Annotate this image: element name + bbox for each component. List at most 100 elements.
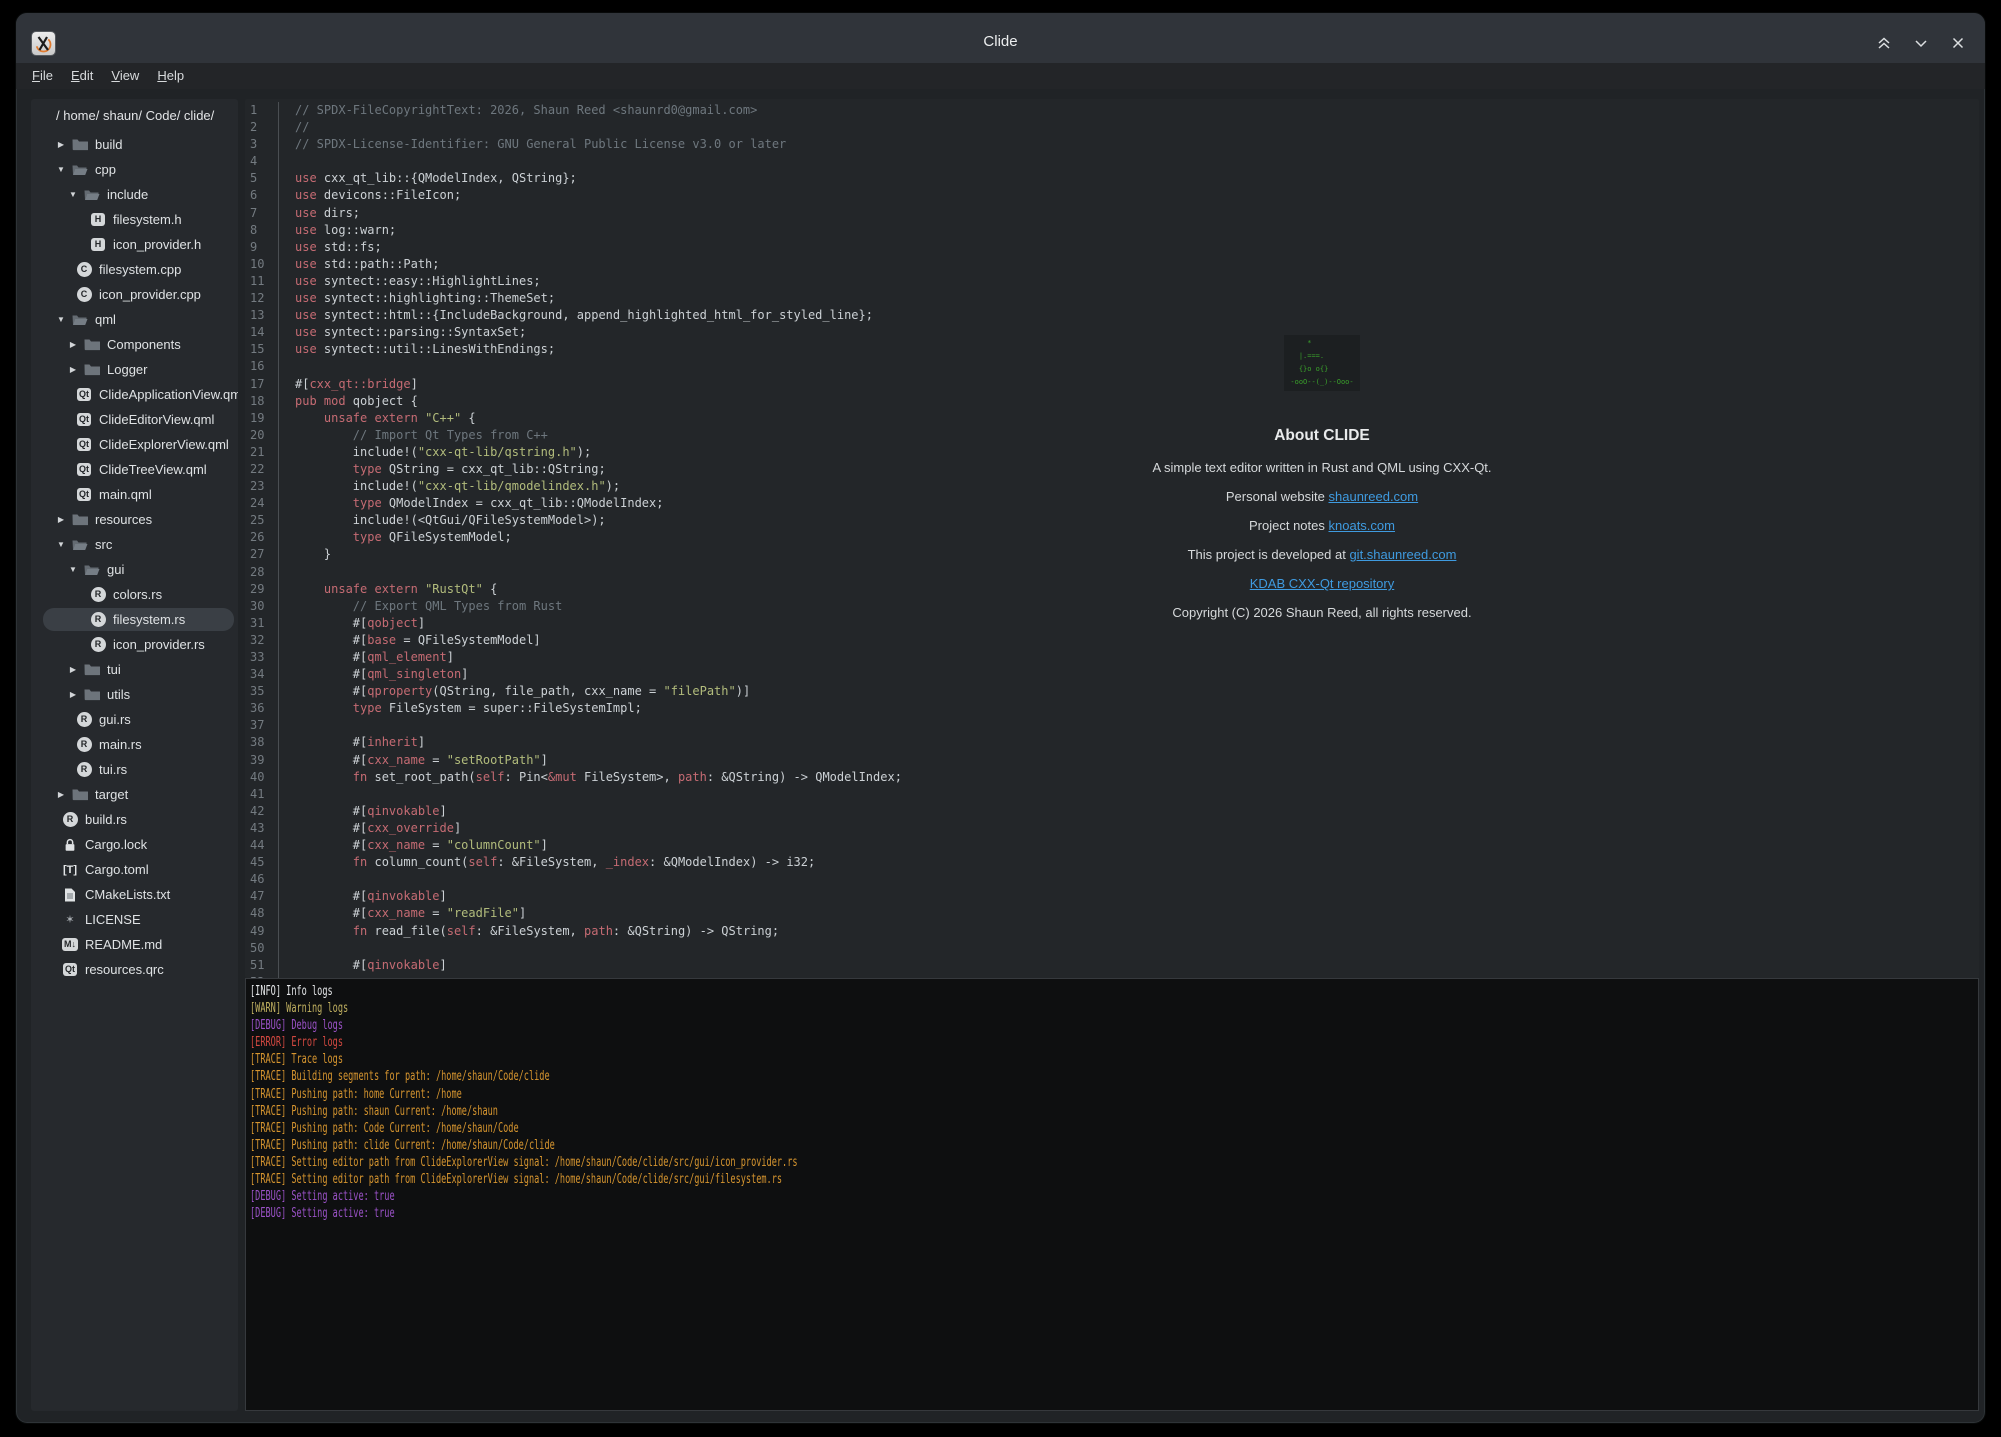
tree-item-cpp[interactable]: ▼cpp: [31, 157, 238, 182]
kdab-repo-link[interactable]: KDAB CXX-Qt repository: [1250, 576, 1395, 591]
tree-item-components[interactable]: ▶Components: [31, 332, 238, 357]
shade-button[interactable]: [1873, 32, 1895, 54]
code-line[interactable]: 8use log::warn;: [245, 222, 1979, 239]
menu-item-edit[interactable]: Edit: [62, 64, 102, 88]
tree-item-readme-md[interactable]: M↓README.md: [31, 932, 238, 957]
code-line[interactable]: 22 type QString = cxx_qt_lib::QString;: [245, 461, 1979, 478]
titlebar[interactable]: Clide: [16, 13, 1985, 63]
code-line[interactable]: 4: [245, 153, 1979, 170]
notes-link[interactable]: knoats.com: [1329, 518, 1395, 533]
code-line[interactable]: 42 #[qinvokable]: [245, 803, 1979, 820]
tree-item-clideeditorview-qml[interactable]: QtClideEditorView.qml: [31, 407, 238, 432]
code-line[interactable]: 48 #[cxx_name = "readFile"]: [245, 905, 1979, 922]
menu-item-view[interactable]: View: [102, 64, 148, 88]
code-line[interactable]: 14use syntect::parsing::SyntaxSet;: [245, 324, 1979, 341]
code-line[interactable]: 24 type QModelIndex = cxx_qt_lib::QModel…: [245, 495, 1979, 512]
chevron-right-icon[interactable]: ▶: [68, 690, 78, 699]
code-line[interactable]: 43 #[cxx_override]: [245, 820, 1979, 837]
tree-item-cargo-toml[interactable]: [T]Cargo.toml: [31, 857, 238, 882]
chevron-down-icon[interactable]: ▼: [56, 165, 66, 174]
tree-item-main-qml[interactable]: Qtmain.qml: [31, 482, 238, 507]
code-line[interactable]: 19 unsafe extern "C++" {: [245, 410, 1979, 427]
code-line[interactable]: 5use cxx_qt_lib::{QModelIndex, QString};: [245, 170, 1979, 187]
code-line[interactable]: 7use dirs;: [245, 205, 1979, 222]
code-line[interactable]: 23 include!("cxx-qt-lib/qmodelindex.h");: [245, 478, 1979, 495]
tree-item-gui[interactable]: ▼gui: [31, 557, 238, 582]
code-line[interactable]: 40 fn set_root_path(self: Pin<&mut FileS…: [245, 769, 1979, 786]
code-line[interactable]: 17#[cxx_qt::bridge]: [245, 376, 1979, 393]
tree-item-icon-provider-rs[interactable]: Ricon_provider.rs: [31, 632, 238, 657]
code-line[interactable]: 20 // Import Qt Types from C++: [245, 427, 1979, 444]
tree-item-tui[interactable]: ▶tui: [31, 657, 238, 682]
tree-item-license[interactable]: ✶LICENSE: [31, 907, 238, 932]
code-line[interactable]: 33 #[qml_element]: [245, 649, 1979, 666]
tree-item-filesystem-h[interactable]: Hfilesystem.h: [31, 207, 238, 232]
tree-item-filesystem-rs[interactable]: Rfilesystem.rs: [31, 607, 238, 632]
tree-item-clideapplicationview-qml[interactable]: QtClideApplicationView.qml: [31, 382, 238, 407]
code-line[interactable]: 38 #[inherit]: [245, 734, 1979, 751]
code-line[interactable]: 30 // Export QML Types from Rust: [245, 598, 1979, 615]
tree-item-include[interactable]: ▼include: [31, 182, 238, 207]
code-line[interactable]: 36 type FileSystem = super::FileSystemIm…: [245, 700, 1979, 717]
code-line[interactable]: 25 include!(<QtGui/QFileSystemModel>);: [245, 512, 1979, 529]
code-line[interactable]: 3// SPDX-License-Identifier: GNU General…: [245, 136, 1979, 153]
code-line[interactable]: 11use syntect::easy::HighlightLines;: [245, 273, 1979, 290]
tree-item-utils[interactable]: ▶utils: [31, 682, 238, 707]
tree-item-cmakelists-txt[interactable]: CMakeLists.txt: [31, 882, 238, 907]
chevron-right-icon[interactable]: ▶: [56, 790, 66, 799]
tree-item-icon-provider-cpp[interactable]: Cicon_provider.cpp: [31, 282, 238, 307]
tree-item-target[interactable]: ▶target: [31, 782, 238, 807]
tree-item-colors-rs[interactable]: Rcolors.rs: [31, 582, 238, 607]
code-line[interactable]: 2//: [245, 119, 1979, 136]
tree-item-clidetreeview-qml[interactable]: QtClideTreeView.qml: [31, 457, 238, 482]
tree-item-build[interactable]: ▶build: [31, 132, 238, 157]
code-line[interactable]: 46: [245, 871, 1979, 888]
tree-item-clideexplorerview-qml[interactable]: QtClideExplorerView.qml: [31, 432, 238, 457]
tree-item-qml[interactable]: ▼qml: [31, 307, 238, 332]
code-line[interactable]: 50: [245, 940, 1979, 957]
tree-item-gui-rs[interactable]: Rgui.rs: [31, 707, 238, 732]
tree-item-main-rs[interactable]: Rmain.rs: [31, 732, 238, 757]
code-editor[interactable]: 1// SPDX-FileCopyrightText: 2026, Shaun …: [245, 99, 1979, 978]
tree-item-icon-provider-h[interactable]: Hicon_provider.h: [31, 232, 238, 257]
code-line[interactable]: 35 #[qproperty(QString, file_path, cxx_n…: [245, 683, 1979, 700]
code-line[interactable]: 18pub mod qobject {: [245, 393, 1979, 410]
code-line[interactable]: 27 }: [245, 546, 1979, 563]
tree-item-build-rs[interactable]: Rbuild.rs: [31, 807, 238, 832]
code-line[interactable]: 6use devicons::FileIcon;: [245, 187, 1979, 204]
code-line[interactable]: 32 #[base = QFileSystemModel]: [245, 632, 1979, 649]
chevron-down-icon[interactable]: ▼: [56, 540, 66, 549]
chevron-right-icon[interactable]: ▶: [56, 140, 66, 149]
log-console[interactable]: [INFO] Info logs[WARN] Warning logs[DEBU…: [245, 978, 1979, 1411]
code-line[interactable]: 51 #[qinvokable]: [245, 957, 1979, 974]
code-line[interactable]: 37: [245, 717, 1979, 734]
chevron-down-icon[interactable]: ▼: [68, 565, 78, 574]
chevron-right-icon[interactable]: ▶: [56, 515, 66, 524]
code-line[interactable]: 47 #[qinvokable]: [245, 888, 1979, 905]
code-line[interactable]: 44 #[cxx_name = "columnCount"]: [245, 837, 1979, 854]
code-line[interactable]: 34 #[qml_singleton]: [245, 666, 1979, 683]
code-line[interactable]: 49 fn read_file(self: &FileSystem, path:…: [245, 923, 1979, 940]
minimize-button[interactable]: [1910, 32, 1932, 54]
code-line[interactable]: 31 #[qobject]: [245, 615, 1979, 632]
tree-item-logger[interactable]: ▶Logger: [31, 357, 238, 382]
tree-item-tui-rs[interactable]: Rtui.rs: [31, 757, 238, 782]
chevron-right-icon[interactable]: ▶: [68, 365, 78, 374]
code-line[interactable]: 13use syntect::html::{IncludeBackground,…: [245, 307, 1979, 324]
tree-item-filesystem-cpp[interactable]: Cfilesystem.cpp: [31, 257, 238, 282]
menu-item-file[interactable]: File: [23, 64, 62, 88]
code-line[interactable]: 10use std::path::Path;: [245, 256, 1979, 273]
code-line[interactable]: 16: [245, 358, 1979, 375]
chevron-right-icon[interactable]: ▶: [68, 665, 78, 674]
tree-item-src[interactable]: ▼src: [31, 532, 238, 557]
tree-item-cargo-lock[interactable]: Cargo.lock: [31, 832, 238, 857]
chevron-down-icon[interactable]: ▼: [56, 315, 66, 324]
code-line[interactable]: 28: [245, 564, 1979, 581]
website-link[interactable]: shaunreed.com: [1329, 489, 1419, 504]
tree-item-resources[interactable]: ▶resources: [31, 507, 238, 532]
code-line[interactable]: 26 type QFileSystemModel;: [245, 529, 1979, 546]
menu-item-help[interactable]: Help: [148, 64, 193, 88]
chevron-down-icon[interactable]: ▼: [68, 190, 78, 199]
code-line[interactable]: 29 unsafe extern "RustQt" {: [245, 581, 1979, 598]
close-button[interactable]: [1947, 32, 1969, 54]
